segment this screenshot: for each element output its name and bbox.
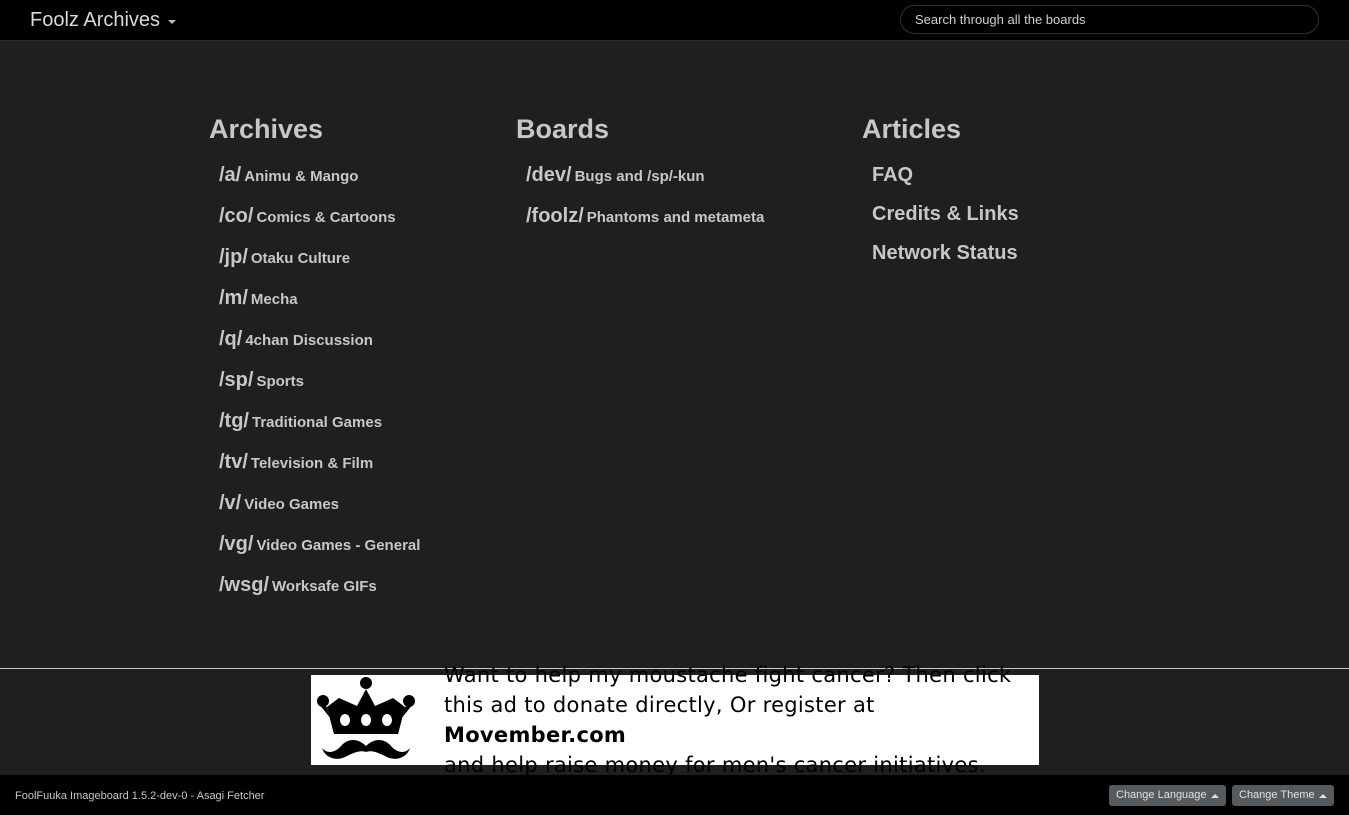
ad-line-1: Want to help my moustache fight cancer? … <box>444 663 1012 687</box>
board-shortname: /m/ <box>219 287 248 309</box>
board-title: Video Games - General <box>256 537 421 554</box>
board-list-item: /q/4chan Discussion <box>219 327 420 368</box>
movember-ad-banner[interactable]: Want to help my moustache fight cancer? … <box>311 663 1039 777</box>
brand-label: Foolz Archives <box>30 9 161 31</box>
ad-line-2: this ad to donate directly, Or register … <box>444 690 1039 750</box>
board-list-item: /v/Video Games <box>219 491 420 532</box>
caret-up-icon <box>1318 793 1327 798</box>
board-shortname: /jp/ <box>219 246 248 268</box>
articles-column: Articles FAQ Credits & Links Network Statu… <box>862 113 1019 280</box>
archives-list: /a/Animu & Mango/co/Comics & Cartoons/jp… <box>209 163 420 614</box>
crown-moustache-icon <box>317 677 415 759</box>
board-title: Bugs and /sp/-kun <box>574 168 705 185</box>
article-link[interactable]: Network Status <box>872 242 1018 264</box>
board-title: Animu & Mango <box>244 168 359 185</box>
board-link[interactable]: /wsg/Worksafe GIFs <box>219 574 377 596</box>
board-shortname: /a/ <box>219 164 242 186</box>
board-shortname: /wsg/ <box>219 574 270 596</box>
caret-up-icon <box>1210 793 1219 798</box>
board-shortname: /dev/ <box>526 164 572 186</box>
change-language-label: Change Language <box>1116 789 1207 801</box>
board-link[interactable]: /tv/Television & Film <box>219 451 374 473</box>
board-link[interactable]: /m/Mecha <box>219 287 298 309</box>
article-list-item: FAQ <box>872 163 1019 202</box>
board-shortname: /co/ <box>219 205 254 227</box>
board-shortname: /v/ <box>219 492 242 514</box>
article-link[interactable]: FAQ <box>872 164 913 186</box>
board-link[interactable]: /tg/Traditional Games <box>219 410 383 432</box>
board-shortname: /vg/ <box>219 533 254 555</box>
boards-column: Boards /dev/Bugs and /sp/-kun/foolz/Phan… <box>516 113 764 245</box>
board-list-item: /tv/Television & Film <box>219 450 420 491</box>
article-link[interactable]: Credits & Links <box>872 203 1019 225</box>
board-list-item: /foolz/Phantoms and metameta <box>526 204 764 245</box>
search-input[interactable] <box>900 5 1319 34</box>
footer: FoolFuuka Imageboard 1.5.2-dev-0 - Asagi… <box>0 775 1349 815</box>
board-title: Phantoms and metameta <box>586 209 765 226</box>
board-list-item: /jp/Otaku Culture <box>219 245 420 286</box>
board-title: Mecha <box>250 291 298 308</box>
article-list-item: Credits & Links <box>872 202 1019 241</box>
archives-column: Archives /a/Animu & Mango/co/Comics & Ca… <box>209 113 420 614</box>
boards-heading: Boards <box>516 114 610 144</box>
board-shortname: /tv/ <box>219 451 248 473</box>
board-list-item: /dev/Bugs and /sp/-kun <box>526 163 764 204</box>
board-shortname: /sp/ <box>219 369 254 391</box>
change-theme-button[interactable]: Change Theme <box>1232 785 1334 806</box>
board-link[interactable]: /jp/Otaku Culture <box>219 246 351 268</box>
board-list-item: /m/Mecha <box>219 286 420 327</box>
change-language-button[interactable]: Change Language <box>1109 785 1226 806</box>
ad-text: Want to help my moustache fight cancer? … <box>444 660 1039 780</box>
board-link[interactable]: /co/Comics & Cartoons <box>219 205 396 227</box>
board-list-item: /tg/Traditional Games <box>219 409 420 450</box>
board-list-item: /wsg/Worksafe GIFs <box>219 573 420 614</box>
board-link[interactable]: /sp/Sports <box>219 369 304 391</box>
board-shortname: /tg/ <box>219 410 249 432</box>
articles-heading: Articles <box>862 114 962 144</box>
board-list-item: /a/Animu & Mango <box>219 163 420 204</box>
board-link[interactable]: /dev/Bugs and /sp/-kun <box>526 164 705 186</box>
board-title: 4chan Discussion <box>245 332 373 349</box>
board-link[interactable]: /v/Video Games <box>219 492 340 514</box>
brand-dropdown[interactable]: Foolz Archives <box>30 9 177 32</box>
board-list-item: /sp/Sports <box>219 368 420 409</box>
board-shortname: /q/ <box>219 328 243 350</box>
board-link[interactable]: /vg/Video Games - General <box>219 533 421 555</box>
board-title: Traditional Games <box>252 414 383 431</box>
ad-line-2-text: this ad to donate directly, Or register … <box>444 693 875 717</box>
board-title: Worksafe GIFs <box>272 578 377 595</box>
board-link[interactable]: /foolz/Phantoms and metameta <box>526 205 765 227</box>
board-shortname: /foolz/ <box>526 205 584 227</box>
change-theme-label: Change Theme <box>1239 789 1315 801</box>
archives-heading: Archives <box>209 114 324 144</box>
board-list-item: /co/Comics & Cartoons <box>219 204 420 245</box>
board-title: Video Games <box>244 496 340 513</box>
articles-list: FAQ Credits & Links Network Status <box>862 163 1019 280</box>
board-list-item: /vg/Video Games - General <box>219 532 420 573</box>
movember-link: Movember.com <box>444 723 627 747</box>
version-text: FoolFuuka Imageboard 1.5.2-dev-0 - Asagi… <box>15 790 265 802</box>
board-title: Otaku Culture <box>250 250 351 267</box>
board-link[interactable]: /q/4chan Discussion <box>219 328 373 350</box>
boards-list: /dev/Bugs and /sp/-kun/foolz/Phantoms an… <box>516 163 764 245</box>
top-navbar: Foolz Archives <box>0 0 1349 41</box>
caret-down-icon <box>168 19 177 24</box>
board-link[interactable]: /a/Animu & Mango <box>219 164 359 186</box>
article-list-item: Network Status <box>872 241 1019 280</box>
board-title: Sports <box>256 373 304 390</box>
board-title: Comics & Cartoons <box>256 209 396 226</box>
board-title: Television & Film <box>250 455 374 472</box>
